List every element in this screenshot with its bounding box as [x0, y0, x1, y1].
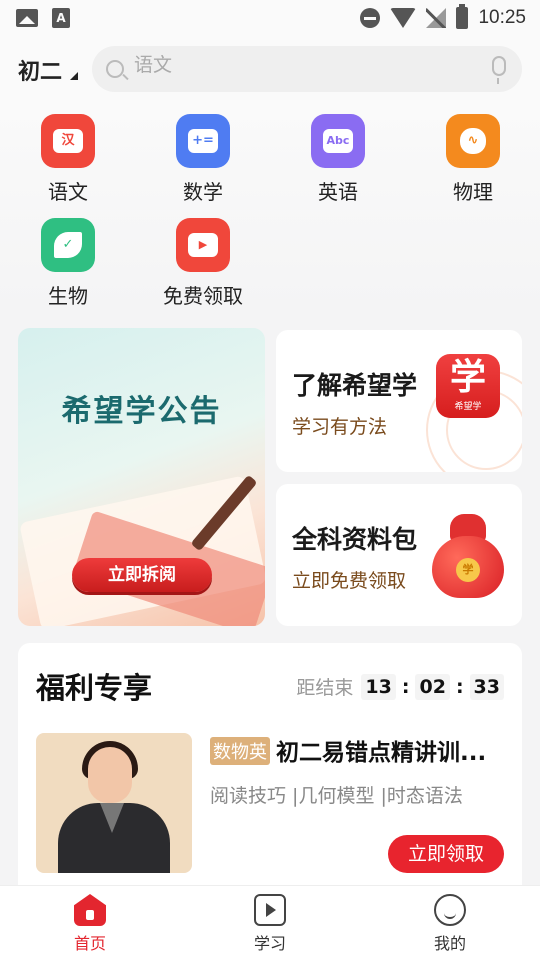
subject-label: 生物 — [48, 284, 88, 308]
subject-biology[interactable]: ✓ 生物 — [8, 218, 128, 314]
welfare-section: 福利专享 距结束 13 : 02 : 33 数物英 初二易错点精讲训... 阅读… — [18, 643, 522, 903]
status-bar: A 10:25 — [0, 0, 540, 36]
subject-label: 数学 — [183, 180, 223, 204]
search-icon — [106, 60, 124, 78]
home-icon — [74, 894, 106, 926]
countdown-timer: 距结束 13 : 02 : 33 — [296, 673, 504, 700]
subject-label: 语文 — [48, 180, 88, 204]
status-time: 10:25 — [478, 7, 526, 28]
subject-english[interactable]: Abc 英语 — [278, 114, 398, 210]
subject-chinese[interactable]: 汉 语文 — [8, 114, 128, 210]
subject-label: 英语 — [318, 180, 358, 204]
tab-study-label: 学习 — [253, 934, 286, 953]
claim-course-button[interactable]: 立即领取 — [388, 835, 504, 873]
materials-card[interactable]: 全科资料包 立即免费领取 学 — [276, 484, 522, 626]
tab-home-label: 首页 — [73, 934, 106, 953]
subject-grid: 汉 语文 += 数学 Abc 英语 ∿ 物理 ✓ 生物 ▶ 免费领取 — [0, 102, 540, 312]
announcement-title: 希望学公告 — [61, 394, 222, 429]
teacher-face — [88, 747, 132, 803]
play-folder-icon: ▶ — [176, 218, 230, 272]
subject-free-claim[interactable]: ▶ 免费领取 — [143, 218, 263, 314]
countdown-hours: 13 — [361, 673, 396, 700]
subject-label: 物理 — [453, 180, 493, 204]
announcement-banner[interactable]: 希望学公告 立即拆阅 — [18, 328, 265, 626]
countdown-separator: : — [455, 675, 464, 698]
tab-study[interactable]: 学习 — [220, 894, 320, 954]
grade-selector[interactable]: 初二 — [18, 54, 62, 86]
countdown-label: 距结束 — [296, 677, 354, 699]
course-subject-tag: 数物英 — [210, 737, 270, 765]
play-square-icon — [254, 894, 286, 926]
materials-card-subtitle: 立即免费领取 — [292, 570, 407, 592]
wifi-icon — [390, 8, 417, 28]
countdown-separator: : — [401, 675, 410, 698]
subject-math[interactable]: += 数学 — [143, 114, 263, 210]
bottom-nav: 首页 学习 我的 — [0, 885, 540, 960]
tab-me-label: 我的 — [433, 934, 466, 953]
leaf-icon: ✓ — [41, 218, 95, 272]
bulb-icon: ∿ — [446, 114, 500, 168]
no-signal-icon — [426, 8, 447, 28]
teacher-photo[interactable] — [36, 733, 192, 873]
han-character-icon: 汉 — [41, 114, 95, 168]
logo-char: 学 — [449, 357, 486, 398]
search-placeholder: 语文 — [134, 54, 173, 76]
status-left: A — [16, 8, 70, 28]
caret-down-icon[interactable] — [70, 72, 78, 80]
open-announcement-button[interactable]: 立即拆阅 — [72, 558, 212, 592]
calculator-icon: += — [176, 114, 230, 168]
subject-physics[interactable]: ∿ 物理 — [413, 114, 533, 210]
image-notification-icon — [16, 9, 38, 27]
abc-icon: Abc — [311, 114, 365, 168]
about-card-title: 了解希望学 — [292, 371, 418, 400]
smiley-icon — [434, 894, 466, 926]
search-input[interactable]: 语文 — [92, 46, 522, 92]
subject-label: 免费领取 — [163, 284, 243, 308]
header: 初二 语文 — [0, 36, 540, 102]
battery-icon — [456, 4, 469, 29]
coin-icon: 学 — [456, 558, 480, 582]
app-notification-icon: A — [52, 8, 70, 28]
course-description: 阅读技巧 |几何模型 |时态语法 — [210, 785, 463, 807]
about-card[interactable]: 了解希望学 学习有方法 学 希望学 — [276, 330, 522, 472]
countdown-minutes: 02 — [415, 673, 450, 700]
course-title[interactable]: 初二易错点精讲训... — [276, 733, 510, 767]
do-not-disturb-icon — [360, 8, 381, 28]
logo-text: 希望学 — [454, 402, 482, 412]
materials-card-title: 全科资料包 — [292, 525, 418, 554]
tab-home[interactable]: 首页 — [40, 894, 140, 954]
status-right: 10:25 — [360, 4, 526, 29]
countdown-seconds: 33 — [469, 673, 504, 700]
microphone-icon[interactable] — [492, 56, 506, 84]
about-card-subtitle: 学习有方法 — [292, 416, 388, 438]
xiwangxue-logo: 学 希望学 — [436, 354, 500, 418]
welfare-title: 福利专享 — [36, 671, 153, 705]
tab-me[interactable]: 我的 — [400, 894, 500, 954]
